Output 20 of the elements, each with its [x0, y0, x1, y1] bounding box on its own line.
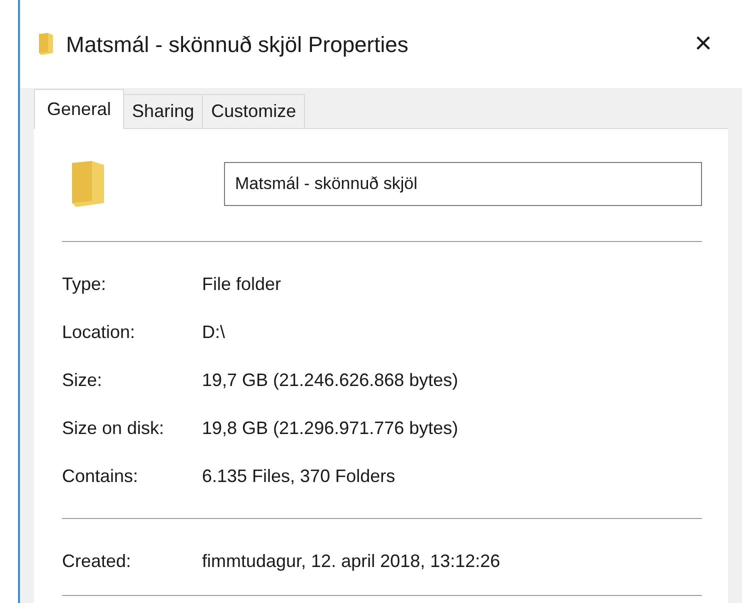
property-value: fimmtudagur, 12. april 2018, 13:12:26	[202, 550, 500, 573]
name-field[interactable]: Matsmál - skönnuð skjöl	[224, 162, 702, 206]
property-value: File folder	[202, 272, 282, 296]
property-value: 6.135 Files, 370 Folders	[202, 464, 396, 488]
property-label: Type:	[62, 272, 108, 296]
property-label: Size on disk:	[62, 416, 166, 440]
tab[interactable]: Customize	[203, 94, 306, 128]
property-value: D:\	[202, 320, 226, 344]
property-label: Location:	[62, 320, 136, 344]
property-value: 19,8 GB (21.296.971.776 bytes)	[202, 416, 458, 440]
tab[interactable]: General	[34, 89, 124, 129]
property-value: 19,7 GB (21.246.626.868 bytes)	[202, 368, 458, 392]
tab[interactable]: Sharing	[124, 94, 204, 128]
window-title: Matsmál - skönnuð skjöl Properties	[66, 30, 408, 59]
property-label: Created:	[62, 550, 132, 572]
folder-icon	[38, 32, 54, 56]
property-label: Contains:	[62, 464, 140, 488]
close-button[interactable]: ×	[688, 29, 718, 59]
property-label: Size:	[62, 368, 104, 392]
folder-icon	[70, 159, 106, 209]
